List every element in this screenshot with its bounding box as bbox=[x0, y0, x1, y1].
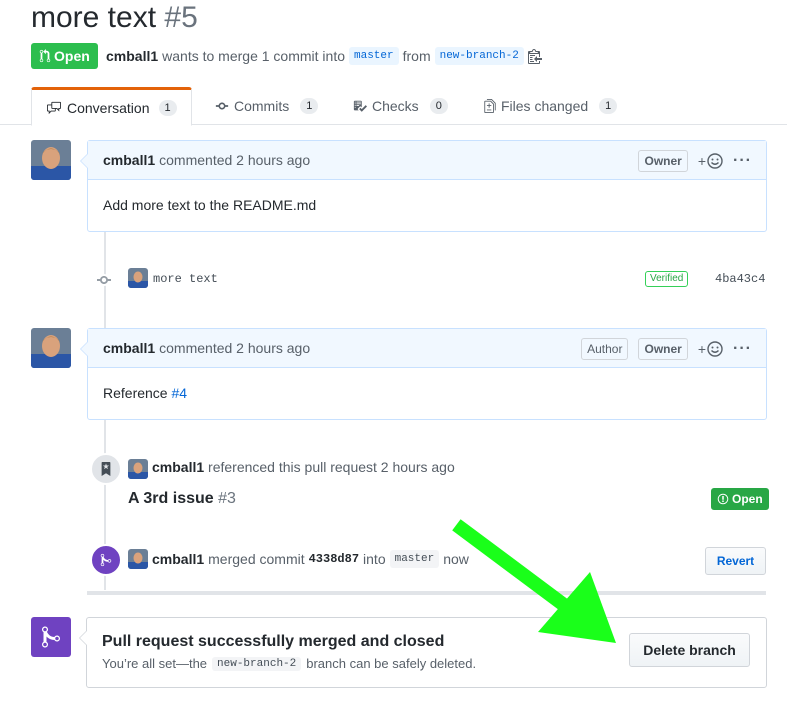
avatar-small[interactable] bbox=[128, 268, 148, 288]
git-commit-icon bbox=[215, 102, 229, 109]
issue-number: #3 bbox=[218, 490, 236, 507]
tab-label: Commits bbox=[234, 97, 290, 114]
merge-commit-sha[interactable]: 4338d87 bbox=[309, 551, 359, 567]
issue-state-label: Open bbox=[732, 492, 763, 506]
comment-header: cmball1 commented 2 hours ago Author Own… bbox=[88, 329, 766, 368]
event-author[interactable]: cmball1 bbox=[152, 459, 204, 475]
avatar[interactable] bbox=[31, 140, 71, 180]
referenced-issue[interactable]: A 3rd issue #3 bbox=[128, 489, 236, 509]
issue-link[interactable]: #4 bbox=[171, 385, 187, 401]
tab-commits[interactable]: Commits 1 bbox=[215, 87, 319, 124]
author-label: Author bbox=[581, 338, 629, 360]
merged-text-before: You’re all set—the bbox=[102, 656, 208, 671]
checklist-icon bbox=[353, 100, 367, 112]
revert-button[interactable]: Revert bbox=[705, 547, 766, 575]
verified-badge[interactable]: Verified bbox=[645, 271, 689, 287]
merge-event-text: cmball1 merged commit 4338d87 into maste… bbox=[152, 550, 469, 568]
copy-icon[interactable] bbox=[527, 48, 542, 64]
plus-icon: + bbox=[697, 341, 707, 357]
add-reaction-button[interactable]: + bbox=[698, 341, 723, 357]
commit-icon bbox=[96, 272, 112, 291]
smiley-icon bbox=[707, 341, 723, 357]
kebab-menu-icon[interactable]: ··· bbox=[733, 341, 752, 357]
comment-time[interactable]: commented 2 hours ago bbox=[159, 152, 310, 168]
commit-message[interactable]: more text bbox=[153, 271, 218, 287]
event-description: referenced this pull request 2 hours ago bbox=[208, 459, 455, 475]
pr-title-text: more text bbox=[31, 1, 157, 34]
pr-author-link[interactable]: cmball1 bbox=[106, 46, 158, 66]
comment-box: cmball1 commented 2 hours ago Author Own… bbox=[80, 328, 767, 420]
merge-text: merged commit bbox=[208, 551, 305, 567]
merged-icon bbox=[31, 617, 71, 657]
head-branch[interactable]: new-branch-2 bbox=[434, 47, 524, 65]
comment-author[interactable]: cmball1 bbox=[103, 152, 155, 168]
pr-merge-text: wants to merge 1 commit into bbox=[162, 48, 345, 64]
tab-label: Checks bbox=[372, 97, 419, 114]
tab-checks[interactable]: Checks 0 bbox=[353, 87, 448, 124]
avatar[interactable] bbox=[31, 328, 71, 368]
bookmark-icon bbox=[90, 453, 122, 485]
state-label: Open bbox=[54, 48, 90, 64]
comment-author[interactable]: cmball1 bbox=[103, 340, 155, 356]
owner-label: Owner bbox=[638, 338, 688, 360]
issue-state-badge: Open bbox=[711, 488, 769, 510]
tab-counter: 0 bbox=[429, 97, 448, 114]
merge-time[interactable]: now bbox=[443, 551, 469, 567]
reference-event-text: cmball1 referenced this pull request 2 h… bbox=[152, 459, 455, 475]
delete-branch-button[interactable]: Delete branch bbox=[629, 633, 750, 667]
avatar-small[interactable] bbox=[128, 459, 148, 479]
avatar-small[interactable] bbox=[128, 549, 148, 569]
tab-label: Conversation bbox=[67, 99, 150, 116]
merged-status-box: Pull request successfully merged and clo… bbox=[79, 617, 767, 688]
comment-discussion-icon bbox=[47, 101, 61, 114]
tab-conversation[interactable]: Conversation 1 bbox=[31, 87, 192, 126]
pr-number: #5 bbox=[164, 1, 198, 34]
comment-body: Reference #4 bbox=[88, 368, 766, 418]
state-badge: Open bbox=[31, 43, 98, 69]
git-merge-icon bbox=[90, 544, 122, 576]
merged-text-after: branch can be safely deleted. bbox=[306, 656, 477, 671]
pr-from-text: from bbox=[402, 48, 431, 64]
comment-body: Add more text to the README.md bbox=[103, 197, 317, 213]
pr-meta: cmball1 wants to merge 1 commit into mas… bbox=[106, 46, 542, 66]
issue-title[interactable]: A 3rd issue bbox=[128, 490, 214, 507]
smiley-icon bbox=[707, 153, 723, 169]
tab-counter: 1 bbox=[158, 99, 177, 116]
tab-counter: 1 bbox=[599, 97, 618, 114]
merged-branch: new-branch-2 bbox=[212, 656, 302, 671]
comment-body-text: Reference bbox=[103, 385, 168, 401]
comment-box: cmball1 commented 2 hours ago Owner + ··… bbox=[80, 140, 767, 232]
merge-branch[interactable]: master bbox=[389, 550, 440, 568]
tab-label: Files changed bbox=[501, 97, 589, 114]
merged-description: You’re all set—the new-branch-2 branch c… bbox=[102, 656, 476, 671]
kebab-menu-icon[interactable]: ··· bbox=[733, 153, 752, 169]
base-branch[interactable]: master bbox=[349, 47, 399, 65]
merge-into-text: into bbox=[363, 551, 386, 567]
owner-label: Owner bbox=[638, 150, 688, 172]
plus-icon: + bbox=[697, 153, 707, 169]
pr-title: more text #5 bbox=[31, 0, 198, 36]
commit-sha[interactable]: 4ba43c4 bbox=[715, 271, 765, 287]
merged-heading: Pull request successfully merged and clo… bbox=[102, 633, 445, 650]
comment-header: cmball1 commented 2 hours ago Owner + ··… bbox=[88, 141, 766, 180]
tab-counter: 1 bbox=[300, 97, 319, 114]
add-reaction-button[interactable]: + bbox=[698, 153, 723, 169]
comment-time[interactable]: commented 2 hours ago bbox=[159, 340, 310, 356]
timeline-end-divider bbox=[87, 591, 766, 595]
event-author[interactable]: cmball1 bbox=[152, 551, 204, 567]
file-diff-icon bbox=[484, 98, 496, 113]
pull-request-icon bbox=[39, 49, 51, 63]
tab-files-changed[interactable]: Files changed 1 bbox=[484, 87, 618, 124]
issue-opened-icon bbox=[717, 493, 729, 505]
